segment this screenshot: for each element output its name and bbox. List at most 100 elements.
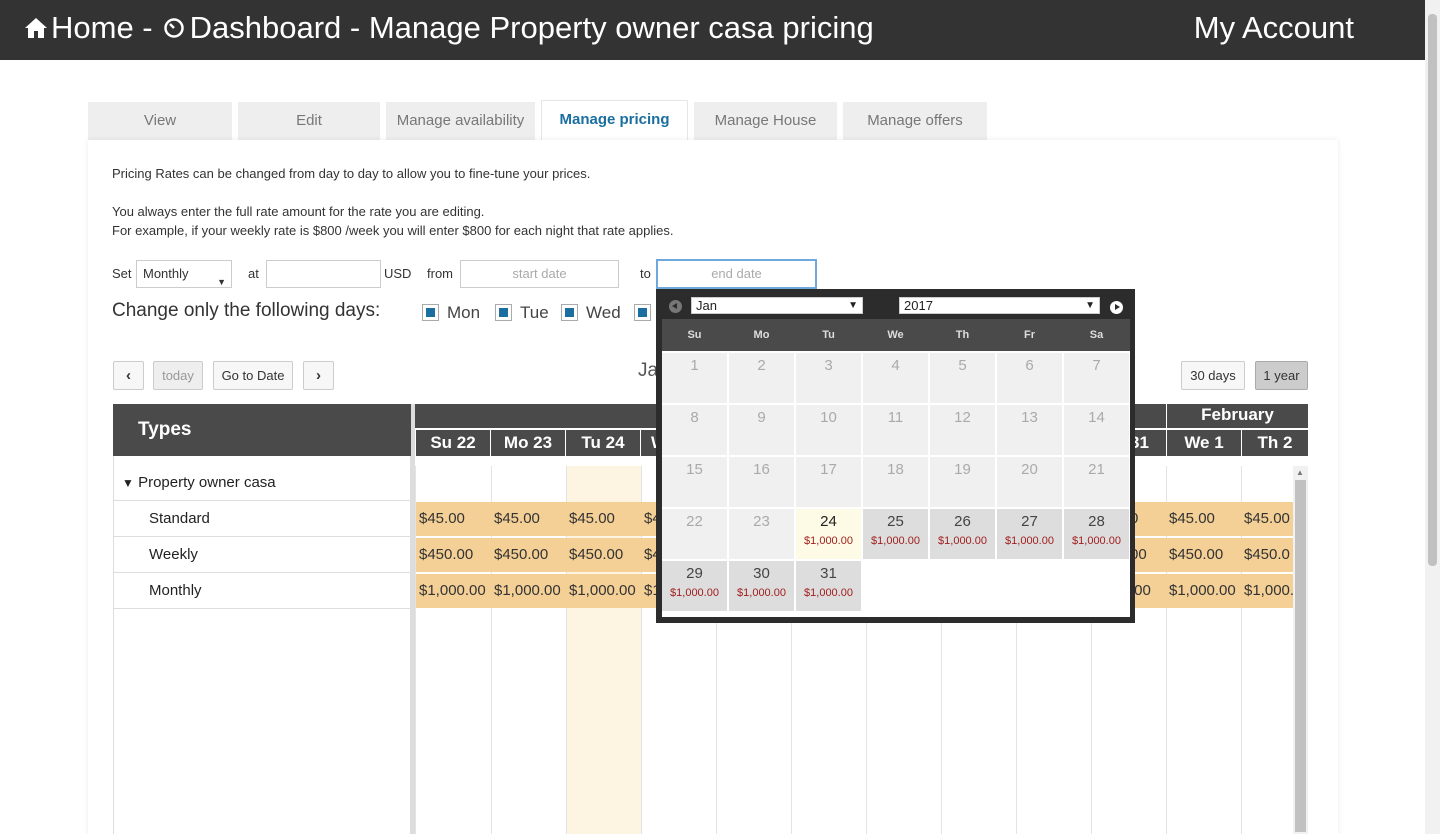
- types-column: ▼ Property owner casa Standard Weekly Mo…: [113, 456, 412, 834]
- calendar-day[interactable]: 26 $1,000.00: [930, 509, 995, 559]
- end-date-input[interactable]: end date: [656, 259, 817, 289]
- rate-type-select[interactable]: Monthly ▼: [136, 260, 232, 288]
- calendar-day-number: 1: [690, 357, 699, 374]
- dashboard-link[interactable]: Dashboard - Manage Property owner casa p…: [190, 10, 874, 46]
- tab-manage-offers[interactable]: Manage offers: [843, 102, 987, 140]
- next-button[interactable]: ›: [303, 361, 334, 390]
- calendar-day-number: 4: [891, 357, 900, 374]
- calendar-day[interactable]: 30 $1,000.00: [729, 561, 794, 611]
- next-month-icon[interactable]: [1110, 301, 1123, 314]
- calendar-day[interactable]: 24 $1,000.00: [796, 509, 861, 559]
- tab-manage-house[interactable]: Manage House: [694, 102, 837, 140]
- prev-month-icon[interactable]: [669, 300, 682, 313]
- go-to-date-button[interactable]: Go to Date: [213, 361, 293, 390]
- rate-cell[interactable]: $450.00: [566, 538, 641, 572]
- view-1-year-button[interactable]: 1 year: [1255, 361, 1308, 390]
- calendar-day-price: $1,000.00: [737, 587, 786, 599]
- tab-edit[interactable]: Edit: [238, 102, 380, 140]
- calendar-day-number: 16: [753, 461, 770, 478]
- calendar-day: 21: [1064, 457, 1129, 507]
- month-select[interactable]: Jan ▼: [691, 297, 863, 314]
- rate-cell[interactable]: $1,000.00: [566, 574, 641, 608]
- chevron-down-icon: ▼: [1085, 300, 1095, 311]
- rate-cell[interactable]: $45.00: [566, 502, 641, 536]
- grid-scrollbar-thumb[interactable]: [1295, 480, 1306, 832]
- rate-cell[interactable]: $45.00: [1241, 502, 1293, 536]
- weekday-label: Fr: [1024, 329, 1035, 341]
- year-select[interactable]: 2017 ▼: [899, 297, 1100, 314]
- calendar-day: 8: [662, 405, 727, 455]
- calendar-day[interactable]: 31 $1,000.00: [796, 561, 861, 611]
- calendar-day-number: 24: [820, 513, 837, 530]
- scroll-up-icon[interactable]: ▲: [1296, 468, 1304, 477]
- rate-cell[interactable]: $45.00: [1166, 502, 1241, 536]
- weekday-label: We: [887, 329, 904, 341]
- rate-cell[interactable]: $450.0: [1241, 538, 1293, 572]
- calendar-day-price: $1,000.00: [871, 535, 920, 547]
- tue-checkbox[interactable]: [495, 304, 512, 321]
- calendar-day: 10: [796, 405, 861, 455]
- grid-scrollbar[interactable]: ▲: [1293, 466, 1308, 834]
- calendar-day[interactable]: 27 $1,000.00: [997, 509, 1062, 559]
- day-header: We 1: [1167, 430, 1241, 456]
- page-scrollbar[interactable]: [1425, 0, 1440, 834]
- calendar-day: 16: [729, 457, 794, 507]
- currency-label: USD: [384, 266, 412, 281]
- rate-row-monthly: Monthly: [114, 573, 412, 609]
- rate-cell[interactable]: .00: [1130, 574, 1166, 608]
- tab-manage-availability[interactable]: Manage availability: [386, 102, 535, 140]
- calendar-day-number: 26: [954, 513, 971, 530]
- rate-cell[interactable]: 0: [1130, 502, 1166, 536]
- calendar-day-price: $1,000.00: [670, 587, 719, 599]
- home-link[interactable]: Home -: [51, 10, 153, 46]
- amount-input[interactable]: [266, 260, 381, 288]
- day-header: Th 2: [1242, 430, 1308, 456]
- rate-cell[interactable]: $45.00: [491, 502, 566, 536]
- calendar-day: 1: [662, 353, 727, 403]
- calendar-day: 23: [729, 509, 794, 559]
- calendar-day-price: $1,000.00: [804, 587, 853, 599]
- rate-cell[interactable]: $1,000.00: [491, 574, 566, 608]
- page-scrollbar-thumb[interactable]: [1428, 14, 1437, 566]
- rate-cell[interactable]: $450.00: [491, 538, 566, 572]
- view-30-days-button[interactable]: 30 days: [1181, 361, 1245, 390]
- rate-cell[interactable]: 00: [1130, 538, 1166, 572]
- my-account-link[interactable]: My Account: [1194, 10, 1354, 46]
- tab-view[interactable]: View: [88, 102, 232, 140]
- rate-cell[interactable]: $450.00: [416, 538, 491, 572]
- year-select-value: 2017: [904, 298, 933, 313]
- rate-cell[interactable]: $1,000.00: [1166, 574, 1241, 608]
- rate-cell[interactable]: $1,000.: [1241, 574, 1293, 608]
- calendar-day[interactable]: 28 $1,000.00: [1064, 509, 1129, 559]
- prev-button[interactable]: ‹: [113, 361, 144, 390]
- calendar-day[interactable]: 25 $1,000.00: [863, 509, 928, 559]
- rate-cell[interactable]: $45.00: [416, 502, 491, 536]
- intro-line-1: Pricing Rates can be changed from day to…: [112, 166, 591, 181]
- weekday-label: Su: [687, 329, 702, 341]
- tab-manage-pricing[interactable]: Manage pricing: [541, 100, 688, 141]
- to-label: to: [640, 266, 651, 281]
- calendar-day: 19: [930, 457, 995, 507]
- calendar-day-number: 23: [753, 513, 770, 530]
- today-button[interactable]: today: [153, 361, 203, 390]
- top-navbar: Home - Dashboard - Manage Property owner…: [0, 0, 1425, 60]
- weekday-label: Tu: [822, 329, 835, 341]
- rate-cell[interactable]: $450.00: [1166, 538, 1241, 572]
- calendar-day[interactable]: 29 $1,000.00: [662, 561, 727, 611]
- calendar-day: 4: [863, 353, 928, 403]
- calendar-day: 6: [997, 353, 1062, 403]
- wed-checkbox[interactable]: [561, 304, 578, 321]
- rate-row-weekly: Weekly: [114, 537, 412, 573]
- start-date-input[interactable]: start date: [460, 260, 619, 288]
- weekday-label: Th: [955, 329, 970, 341]
- thu-checkbox[interactable]: [634, 304, 651, 321]
- calendar-day: 2: [729, 353, 794, 403]
- group-row[interactable]: ▼ Property owner casa: [114, 465, 412, 501]
- collapse-triangle-icon[interactable]: ▼: [122, 476, 134, 490]
- mon-checkbox[interactable]: [422, 304, 439, 321]
- group-label: Property owner casa: [138, 474, 276, 491]
- weekday-label: Mo: [753, 329, 770, 341]
- calendar-day-number: 11: [887, 409, 904, 426]
- calendar-day: 13: [997, 405, 1062, 455]
- rate-cell[interactable]: $1,000.00: [416, 574, 491, 608]
